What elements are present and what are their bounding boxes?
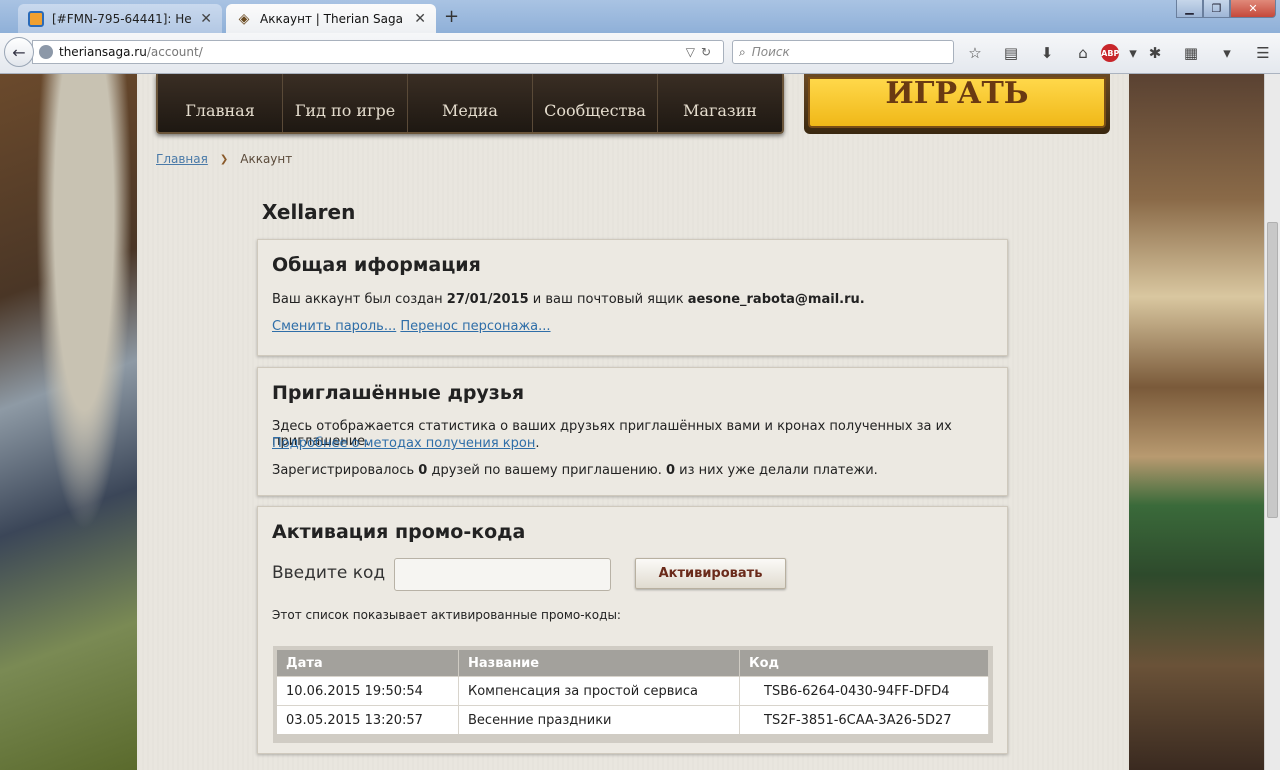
- tab-account[interactable]: ◈ Аккаунт | Therian Saga ✕: [226, 4, 436, 33]
- nav-item-media[interactable]: Медиа: [408, 74, 533, 132]
- play-button[interactable]: ИГРАТЬ: [804, 74, 1110, 134]
- page-viewport: Главная Гид по игре Медиа Сообщества Маг…: [0, 74, 1264, 770]
- addon-icon[interactable]: ✱: [1142, 43, 1168, 63]
- invited-friends-panel: Приглашённые друзья Здесь отображается с…: [257, 367, 1008, 496]
- search-bar[interactable]: ⌕ Поиск: [732, 40, 954, 64]
- table-row: 03.05.2015 13:20:57 Весенние праздники T…: [277, 705, 989, 734]
- tab-ticket[interactable]: [#FMN-795-64441]: Не пр... ✕: [18, 4, 222, 33]
- friends-stats: Зарегистрировалось 0 друзей по вашему пр…: [272, 463, 878, 478]
- reload-icon[interactable]: ↻: [701, 45, 717, 59]
- cell-date: 03.05.2015 13:20:57: [277, 705, 459, 734]
- column-header-code: Код: [739, 650, 989, 677]
- cell-code: TSB6-6264-0430-94FF-DFD4: [739, 676, 989, 706]
- cell-date: 10.06.2015 19:50:54: [277, 676, 459, 706]
- back-button[interactable]: ←: [4, 37, 34, 67]
- new-tab-button[interactable]: +: [444, 6, 459, 27]
- scrollbar-thumb[interactable]: [1267, 222, 1278, 518]
- play-button-label: ИГРАТЬ: [808, 77, 1106, 128]
- breadcrumb: Главная ❯ Аккаунт: [156, 152, 292, 166]
- tab-title: [#FMN-795-64441]: Не пр...: [52, 11, 194, 26]
- page-scrollbar[interactable]: [1264, 74, 1280, 770]
- promo-codes-table-wrap: Дата Название Код 10.06.2015 19:50:54 Ко…: [273, 646, 993, 743]
- promo-code-input[interactable]: [394, 558, 611, 591]
- breadcrumb-home-link[interactable]: Главная: [156, 152, 208, 166]
- close-tab-icon[interactable]: ✕: [414, 11, 426, 27]
- back-arrow-icon: ←: [12, 42, 26, 62]
- therian-saga-favicon-icon: ◈: [238, 10, 250, 27]
- nav-item-community[interactable]: Сообщества: [533, 74, 658, 132]
- promo-code-title: Активация промо-кода: [272, 521, 526, 543]
- url-host: theriansaga.ru: [59, 45, 147, 59]
- close-window-button[interactable]: ✕: [1230, 0, 1276, 18]
- registered-count: 0: [418, 463, 428, 478]
- paid-count: 0: [666, 463, 676, 478]
- site-identity-icon[interactable]: [39, 45, 53, 59]
- column-header-name: Название: [458, 650, 740, 677]
- column-header-date: Дата: [277, 650, 459, 677]
- transfer-character-link[interactable]: Перенос персонажа...: [400, 319, 550, 334]
- url-bar[interactable]: theriansaga.ru /account/ ▽↻: [32, 40, 724, 64]
- close-tab-icon[interactable]: ✕: [200, 11, 212, 27]
- cell-name: Весенние праздники: [458, 705, 740, 734]
- promo-code-label: Введите код: [272, 563, 386, 583]
- browser-nav-bar: theriansaga.ru /account/ ▽↻ ← ⌕ Поиск ☆ …: [0, 33, 1280, 74]
- search-icon: ⌕: [739, 44, 746, 59]
- breadcrumb-current: Аккаунт: [240, 152, 293, 166]
- clipboard-icon[interactable]: ▦: [1178, 43, 1204, 63]
- cell-name: Компенсация за простой сервиса: [458, 676, 740, 706]
- nav-item-guide[interactable]: Гид по игре: [283, 74, 408, 132]
- dropdown-arrow-icon[interactable]: ▽: [686, 45, 701, 59]
- nav-item-shop[interactable]: Магазин: [658, 74, 782, 132]
- account-links: Сменить пароль... Перенос персонажа...: [272, 319, 551, 334]
- url-path: /account/: [146, 45, 203, 59]
- download-icon[interactable]: ⬇: [1034, 43, 1060, 63]
- breadcrumb-separator-icon: ❯: [219, 153, 229, 165]
- table-header-row: Дата Название Код: [277, 650, 989, 677]
- background-art-left: [0, 74, 140, 770]
- toolbar-icons: ☆ ▤ ⬇ ⌂ ABP ▾ ✱ ▦ ▾ ☰: [962, 43, 1280, 63]
- activate-button[interactable]: Активировать: [635, 558, 786, 589]
- table-row: 10.06.2015 19:50:54 Компенсация за прост…: [277, 676, 989, 706]
- account-created-text: Ваш аккаунт был создан 27/01/2015 и ваш …: [272, 292, 865, 307]
- friends-more-line: Подробнее о методах получения крон.: [272, 436, 540, 451]
- general-info-panel: Общая иформация Ваш аккаунт был создан 2…: [257, 239, 1008, 356]
- cell-code: TS2F-3851-6CAA-3A26-5D27: [739, 705, 989, 734]
- general-info-title: Общая иформация: [272, 254, 481, 276]
- change-password-link[interactable]: Сменить пароль...: [272, 319, 396, 334]
- invited-friends-title: Приглашённые друзья: [272, 382, 525, 404]
- browser-tab-bar: [#FMN-795-64441]: Не пр... ✕ ◈ Аккаунт |…: [0, 0, 1280, 33]
- promo-codes-table: Дата Название Код 10.06.2015 19:50:54 Ко…: [277, 650, 989, 734]
- menu-icon[interactable]: ☰: [1250, 43, 1276, 63]
- created-date: 27/01/2015: [446, 292, 529, 307]
- crown-methods-link[interactable]: Подробнее о методах получения крон: [272, 436, 535, 451]
- search-placeholder: Поиск: [751, 45, 790, 59]
- nav-item-home[interactable]: Главная: [158, 74, 283, 132]
- home-icon[interactable]: ⌂: [1070, 43, 1096, 63]
- adblock-icon[interactable]: ABP ▾: [1101, 43, 1137, 63]
- page-title: Xellaren: [262, 200, 356, 224]
- site-navigation: Главная Гид по игре Медиа Сообщества Маг…: [156, 74, 784, 134]
- account-email: aesone_rabota@mail.ru.: [687, 292, 865, 307]
- promo-code-panel: Активация промо-кода Введите код Активир…: [257, 506, 1008, 754]
- tab-favicon-icon: [28, 10, 44, 27]
- promo-list-note: Этот список показывает активированные пр…: [272, 608, 621, 622]
- maximize-button[interactable]: ❐: [1203, 0, 1230, 18]
- minimize-button[interactable]: ▁: [1176, 0, 1203, 18]
- tab-title: Аккаунт | Therian Saga: [260, 11, 403, 26]
- overflow-dropdown-icon[interactable]: ▾: [1214, 43, 1240, 63]
- background-art-right: [1128, 74, 1264, 770]
- star-icon[interactable]: ☆: [962, 43, 988, 63]
- url-actions: ▽↻: [686, 45, 717, 59]
- window-controls: ▁ ❐ ✕: [1176, 0, 1276, 18]
- reading-list-icon[interactable]: ▤: [998, 43, 1024, 63]
